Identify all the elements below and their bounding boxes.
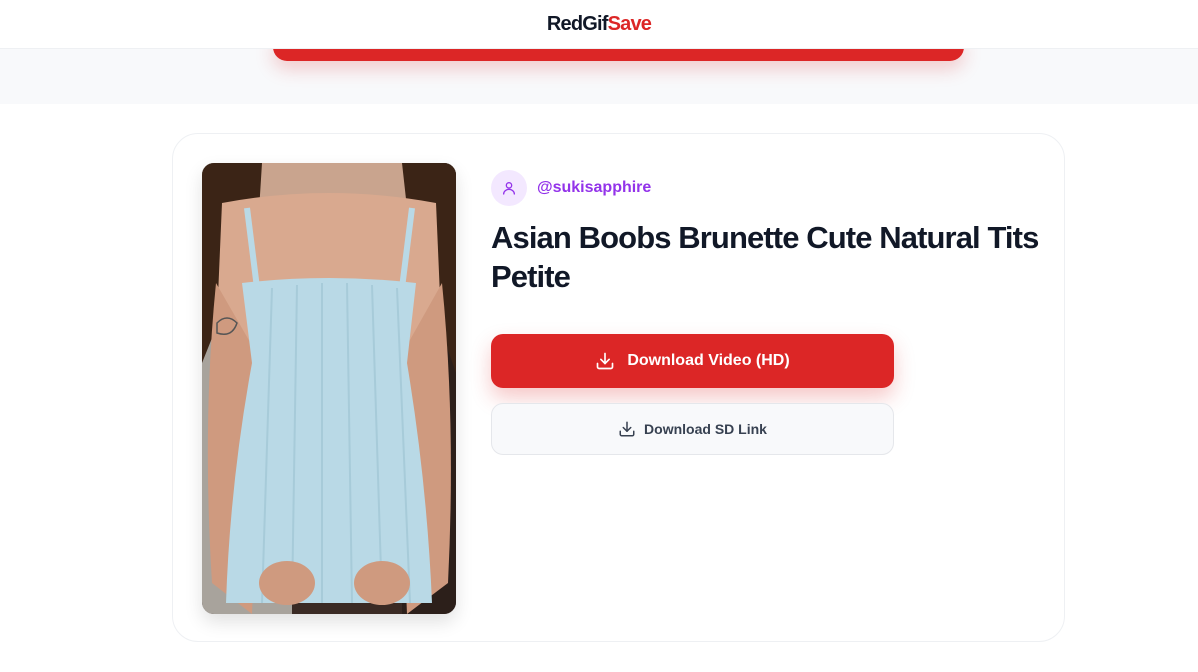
author-username[interactable]: @sukisapphire [537, 179, 651, 197]
video-thumbnail[interactable] [202, 163, 456, 614]
thumbnail-image [202, 163, 456, 614]
download-icon [595, 351, 615, 371]
download-hd-label: Download Video (HD) [627, 352, 790, 369]
logo-text-accent: Save [607, 12, 652, 35]
logo-text-dark: RedGif [546, 12, 609, 35]
download-sd-button[interactable]: Download SD Link [491, 403, 894, 455]
author-row: @sukisapphire [491, 170, 651, 206]
download-icon [618, 420, 636, 438]
site-logo[interactable]: RedGifSave [546, 12, 652, 36]
video-title: Asian Boobs Brunette Cute Natural Tits P… [491, 220, 1039, 294]
user-icon [491, 170, 527, 206]
download-sd-label: Download SD Link [644, 421, 767, 437]
site-header: RedGifSave [0, 0, 1198, 49]
result-card: @sukisapphire Asian Boobs Brunette Cute … [172, 133, 1065, 642]
download-hd-button[interactable]: Download Video (HD) [491, 334, 894, 388]
